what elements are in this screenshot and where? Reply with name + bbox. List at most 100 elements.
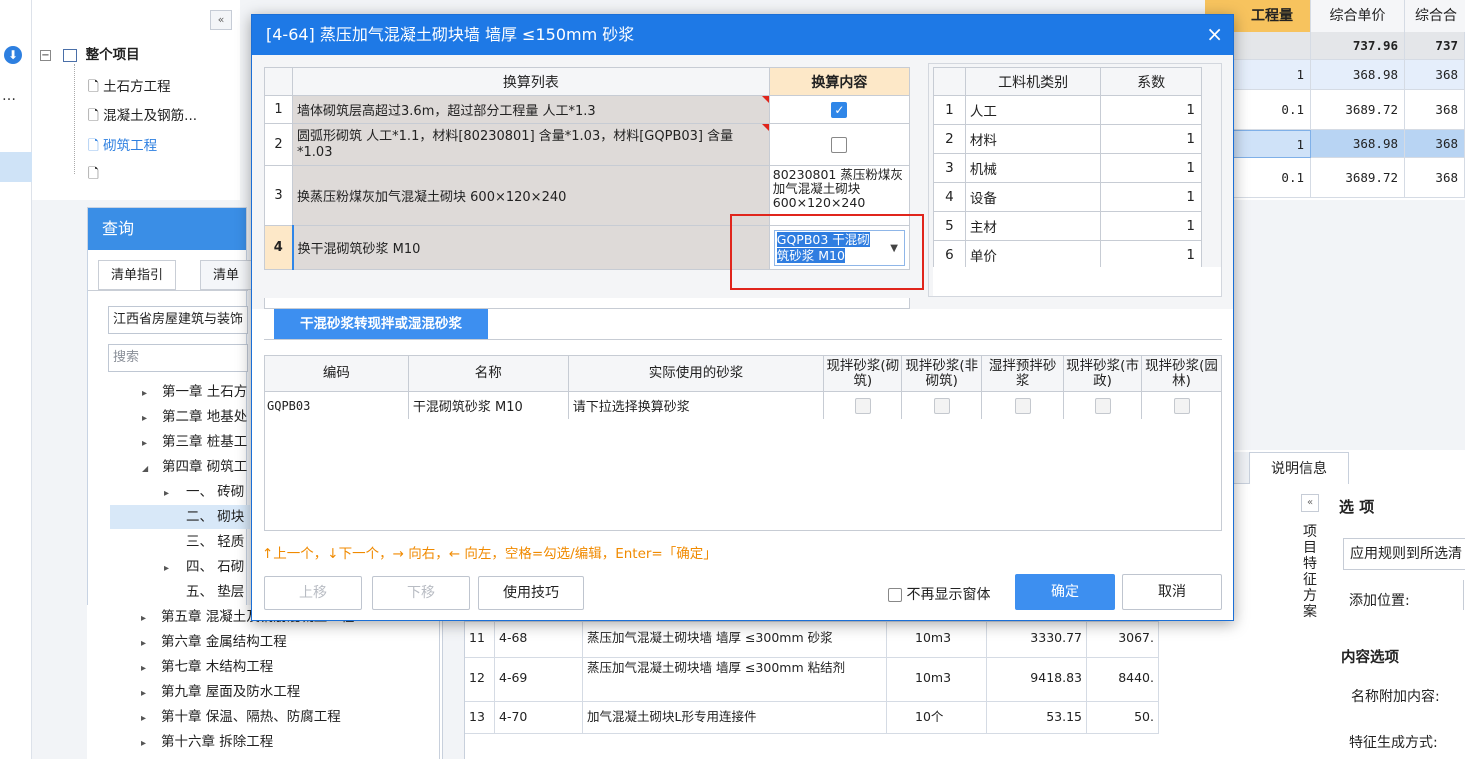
conversion-item-active[interactable]: 换干混砌筑砂浆 M10	[291, 225, 770, 270]
expand-arrow-icon[interactable]: ▸	[142, 407, 162, 431]
dialog-title: [4-64] 蒸压加气混凝土砌块墙 墙厚 ≤150mm 砂浆	[266, 25, 635, 44]
confirm-button[interactable]: 确定	[1015, 574, 1115, 610]
collapse-options-button[interactable]: «	[1301, 494, 1319, 512]
grid-cell[interactable]: 3689.72	[1311, 90, 1405, 130]
chapter-item[interactable]: ▸ 第二章 地基处	[142, 405, 247, 429]
grid-header-total[interactable]: 综合合价	[1405, 0, 1465, 56]
chapter-item[interactable]: ▸ 第九章 屋面及防水工程	[141, 680, 300, 704]
feature-plan-vertical-label[interactable]: 项目特征方案	[1303, 524, 1319, 620]
row-unit[interactable]: 10个	[887, 702, 987, 734]
expand-arrow-icon[interactable]: ▸	[141, 607, 161, 631]
grid-cell[interactable]: 368	[1405, 158, 1465, 198]
grid-cell[interactable]: 368.98	[1311, 60, 1405, 90]
conversion-item[interactable]: 换蒸压粉煤灰加气混凝土砌块 600×120×240	[292, 165, 770, 226]
query-search-input[interactable]: 搜索	[108, 344, 248, 372]
tree-item[interactable]: 🗋	[88, 161, 99, 187]
chapter-item-expanded[interactable]: ◢ 第四章 砌筑工	[142, 455, 247, 479]
checkbox-disabled[interactable]	[1173, 397, 1190, 414]
row-price[interactable]: 53.15	[987, 702, 1087, 734]
collapse-icon[interactable]: −	[40, 49, 51, 61]
collapse-sidebar-button[interactable]: «	[210, 10, 232, 30]
row-name[interactable]: 蒸压加气混凝土砌块墙 墙厚 ≤300mm 粘结剂	[583, 658, 887, 702]
grid-cell[interactable]: 3689.72	[1311, 158, 1405, 198]
region-select[interactable]: 江西省房屋建筑与装饰	[108, 306, 248, 334]
left-toolbar-strip: ⬇ …	[0, 0, 32, 759]
highlight-box	[730, 214, 924, 290]
expand-arrow-icon[interactable]: ▸	[141, 707, 161, 731]
tab-bill-guide[interactable]: 清单指引	[98, 260, 177, 290]
tree-item[interactable]: 🗋 土石方工程	[88, 74, 171, 100]
expand-arrow-icon[interactable]: ▸	[164, 557, 186, 581]
tree-root[interactable]: − 整个项目	[40, 42, 140, 68]
conversion-item[interactable]: 墙体砌筑层高超过3.6m，超过部分工程量 人工*1.3	[292, 95, 770, 124]
chapter-item[interactable]: ▸ 第十六章 拆除工程	[141, 730, 273, 754]
row-code[interactable]: 4-69	[495, 658, 583, 702]
chapter-item[interactable]: ▸ 第十章 保温、隔热、防腐工程	[141, 705, 341, 729]
chapter-item[interactable]: ▸ 第七章 木结构工程	[141, 655, 273, 679]
tree-item[interactable]: 🗋 混凝土及钢筋...	[88, 103, 197, 129]
grid-cell[interactable]: 368	[1405, 90, 1465, 130]
row-name[interactable]: 加气混凝土砌块L形专用连接件	[583, 702, 887, 734]
expand-arrow-icon[interactable]: ▸	[142, 432, 162, 456]
grid-header-unit-price[interactable]: 综合单价	[1311, 0, 1405, 32]
expand-arrow-icon[interactable]: ▸	[141, 632, 161, 656]
close-icon[interactable]: ×	[1206, 21, 1223, 47]
apply-rules-button[interactable]: 应用规则到所选清	[1343, 538, 1465, 570]
row-amount[interactable]: 8440.	[1087, 658, 1159, 702]
download-icon[interactable]: ⬇	[4, 46, 22, 64]
move-up-button[interactable]: 上移	[264, 576, 362, 610]
expand-arrow-icon[interactable]: ▸	[141, 732, 161, 756]
section-item[interactable]: ▸ 四、 石砌	[164, 555, 244, 579]
grid-cell[interactable]: 737	[1405, 32, 1465, 60]
checkbox-disabled[interactable]	[1094, 397, 1111, 414]
grid-cell[interactable]: 368.98	[1311, 130, 1405, 158]
row-name[interactable]: 蒸压加气混凝土砌块墙 墙厚 ≤300mm 砂浆	[583, 622, 887, 658]
expand-arrow-icon[interactable]: ▸	[164, 482, 186, 506]
checkbox-unchecked[interactable]	[888, 588, 902, 602]
row-amount[interactable]: 3067.	[1087, 622, 1159, 658]
tab-description[interactable]: 说明信息	[1249, 452, 1349, 484]
row-unit[interactable]: 10m3	[887, 658, 987, 702]
dont-show-again-option[interactable]: 不再显示窗体	[888, 584, 990, 604]
section-item-selected[interactable]: 二、 砌块	[186, 505, 244, 529]
section-item[interactable]: ▸ 一、 砖砌	[164, 480, 244, 504]
conversion-item[interactable]: 圆弧形砌筑 人工*1.1，材料[80230801] 含量*1.03，材料[GQP…	[292, 123, 770, 166]
section-item[interactable]: 三、 轻质	[186, 530, 244, 554]
row-price[interactable]: 9418.83	[987, 658, 1087, 702]
collapse-arrow-icon[interactable]: ◢	[142, 457, 162, 481]
mortar-name[interactable]: 干混砌筑砂浆 M10	[407, 391, 569, 420]
row-unit[interactable]: 10m3	[887, 622, 987, 658]
conversion-checkbox-cell[interactable]	[768, 123, 911, 166]
move-down-button[interactable]: 下移	[372, 576, 470, 610]
checkbox-checked[interactable]: ✓	[831, 101, 848, 118]
tab-mortar-conversion[interactable]: 干混砂浆转现拌或湿混砂浆	[274, 309, 488, 339]
grid-cell[interactable]: 368	[1405, 60, 1465, 90]
cancel-button[interactable]: 取消	[1122, 574, 1222, 610]
chapter-item[interactable]: ▸ 第六章 金属结构工程	[141, 630, 287, 654]
usage-tips-button[interactable]: 使用技巧	[478, 576, 584, 610]
checkbox-unchecked[interactable]	[831, 136, 848, 153]
row-price[interactable]: 3330.77	[987, 622, 1087, 658]
row-amount[interactable]: 50.	[1087, 702, 1159, 734]
section-item[interactable]: 五、 垫层	[186, 580, 244, 604]
content-options-heading: 内容选项	[1341, 650, 1399, 666]
conversion-checkbox-cell[interactable]: ✓	[768, 95, 911, 124]
actual-mortar-select[interactable]: 请下拉选择换算砂浆	[567, 391, 825, 420]
grid-cell[interactable]: 368	[1405, 130, 1465, 158]
checkbox-disabled[interactable]	[1014, 397, 1031, 414]
conversion-item-text: 换蒸压粉煤灰加气混凝土砌块 600×120×240	[297, 190, 567, 205]
chapter-item[interactable]: ▸ 第一章 土石方	[142, 380, 247, 404]
grid-cell[interactable]: 737.96	[1311, 32, 1405, 60]
mortar-code[interactable]: GQPB03	[264, 391, 409, 420]
chapter-item[interactable]: ▸ 第三章 桩基工	[142, 430, 247, 454]
expand-arrow-icon[interactable]: ▸	[141, 657, 161, 681]
expand-arrow-icon[interactable]: ▸	[142, 382, 162, 406]
row-code[interactable]: 4-70	[495, 702, 583, 734]
selected-strip-item[interactable]	[0, 152, 32, 182]
row-code[interactable]: 4-68	[495, 622, 583, 658]
expand-arrow-icon[interactable]: ▸	[141, 682, 161, 706]
tree-item-selected[interactable]: 🗋 砌筑工程	[88, 133, 157, 159]
checkbox-disabled[interactable]	[933, 397, 950, 414]
more-icon[interactable]: …	[2, 88, 16, 104]
checkbox-disabled[interactable]	[854, 397, 871, 414]
